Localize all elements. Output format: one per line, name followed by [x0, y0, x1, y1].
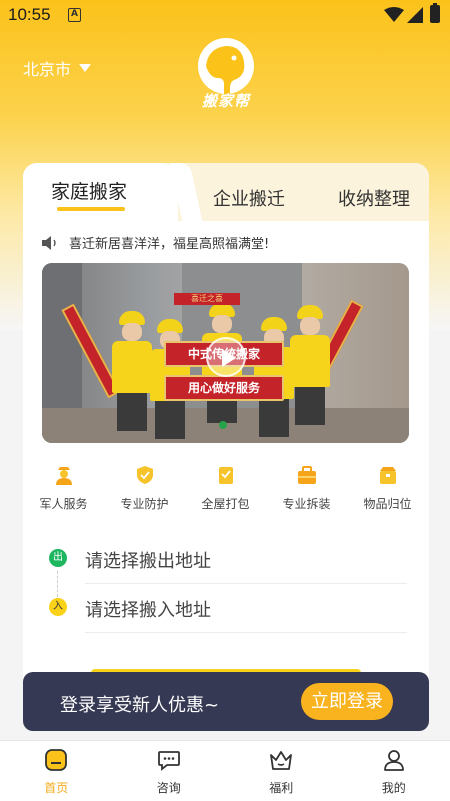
nav-mine[interactable]: 我的	[338, 741, 450, 801]
tab-underline	[57, 207, 125, 211]
tab-home-moving[interactable]: 家庭搬家	[51, 177, 127, 204]
move-in-badge: 入	[49, 598, 67, 616]
play-icon[interactable]	[206, 337, 246, 377]
notice-bar: 喜迁新居喜洋洋，福星高照福满堂!	[41, 233, 269, 252]
crown-icon	[270, 751, 293, 770]
move-out-address[interactable]: 出 请选择搬出地址	[47, 535, 407, 585]
city-selector[interactable]: 北京市	[23, 56, 92, 80]
move-out-placeholder: 请选择搬出地址	[85, 551, 211, 572]
service-placement[interactable]: 物品归位	[347, 465, 428, 512]
shield-icon	[136, 466, 153, 484]
package-icon	[218, 467, 233, 484]
wifi-icon	[384, 7, 404, 22]
banner-sign-2: 用心做好服务	[164, 375, 284, 401]
service-label: 全屋打包	[201, 497, 250, 511]
city-label: 北京市	[23, 60, 72, 79]
nav-label: 咨询	[156, 781, 181, 795]
nav-label: 首页	[44, 781, 69, 795]
move-out-badge: 出	[49, 549, 67, 567]
nav-label: 福利	[269, 781, 294, 795]
status-bar: 10:55 A	[0, 0, 450, 32]
chat-icon	[157, 751, 180, 771]
service-assembly[interactable]: 专业拆装	[266, 465, 347, 512]
main-card: 家庭搬家 企业搬迁 收纳整理 喜迁新居喜洋洋，福星高照福满堂! 喜迁之喜 中式传…	[23, 163, 429, 723]
divider	[85, 632, 407, 633]
dropdown-arrow-icon	[79, 64, 92, 72]
service-features: 军人服务 专业防护 全屋打包 专业拆装 物品归位	[23, 465, 429, 512]
user-icon	[383, 750, 404, 771]
service-label: 军人服务	[39, 497, 88, 511]
service-label: 专业防护	[120, 497, 169, 511]
nav-label: 我的	[381, 781, 406, 795]
nav-consult[interactable]: 咨询	[113, 741, 226, 801]
service-label: 物品归位	[363, 497, 412, 511]
toolbox-icon	[297, 466, 316, 484]
login-promo-text: 登录享受新人优惠~	[60, 695, 220, 716]
home-icon	[45, 749, 68, 771]
logo-text: 搬家帮	[201, 92, 250, 110]
signal-icon	[407, 7, 423, 23]
service-packing[interactable]: 全屋打包	[185, 465, 266, 512]
banner-caption: 喜迁之喜	[174, 293, 240, 305]
status-time: 10:55	[8, 5, 51, 24]
nav-benefits[interactable]: 福利	[225, 741, 338, 801]
move-in-address[interactable]: 入 请选择搬入地址	[47, 584, 407, 634]
speaker-icon	[42, 235, 56, 250]
login-button[interactable]: 立即登录	[301, 683, 393, 720]
soldier-icon	[55, 467, 72, 485]
tab-company-moving[interactable]: 企业搬迁	[213, 185, 285, 211]
login-promo-bar: 登录享受新人优惠~ 立即登录	[23, 672, 429, 731]
move-in-placeholder: 请选择搬入地址	[85, 600, 211, 621]
battery-icon	[430, 3, 440, 23]
service-protection[interactable]: 专业防护	[104, 465, 185, 512]
tab-storage[interactable]: 收纳整理	[338, 185, 410, 211]
nav-home[interactable]: 首页	[0, 741, 113, 801]
notice-text: 喜迁新居喜洋洋，福星高照福满堂!	[69, 237, 270, 252]
box-icon	[379, 467, 396, 484]
notification-icon: A	[68, 8, 81, 22]
service-tabs: 家庭搬家 企业搬迁 收纳整理	[23, 163, 429, 221]
promo-video-banner[interactable]: 喜迁之喜 中式传统搬家 用心做好服务	[42, 263, 409, 443]
service-label: 专业拆装	[282, 497, 331, 511]
service-soldier[interactable]: 军人服务	[23, 465, 104, 512]
bottom-nav: 首页 咨询 福利 我的	[0, 740, 450, 801]
worker-figure	[288, 305, 332, 425]
carousel-indicator	[219, 421, 227, 429]
